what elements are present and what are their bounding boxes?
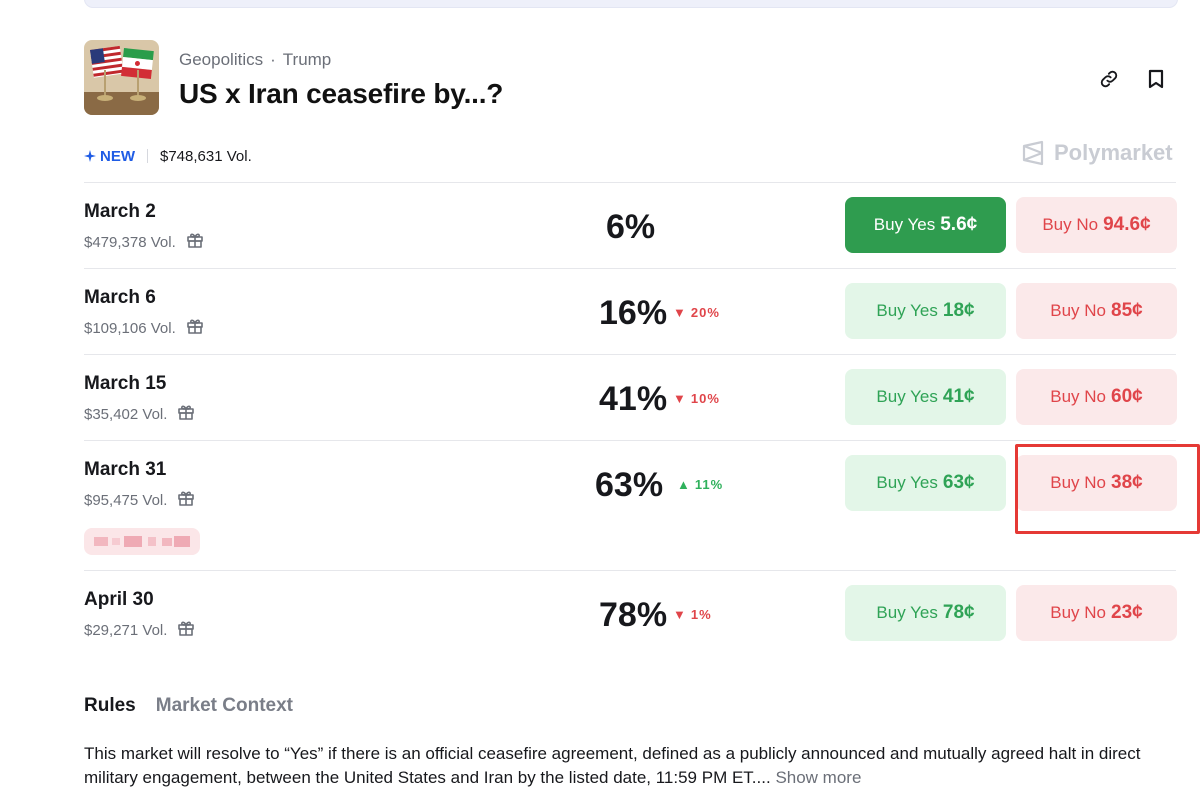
buy-yes-button[interactable]: Buy Yes 41¢ <box>845 369 1006 425</box>
market-date: March 15 <box>84 373 167 394</box>
breadcrumb-category[interactable]: Geopolitics <box>179 50 263 69</box>
change-value: 1% <box>690 607 712 622</box>
market-volume: $479,378 Vol. <box>84 231 204 253</box>
tab-market-context[interactable]: Market Context <box>156 695 293 717</box>
buy-yes-button[interactable]: Buy Yes 18¢ <box>845 283 1006 339</box>
buy-yes-button[interactable]: Buy Yes 63¢ <box>845 455 1006 511</box>
buy-yes-label: Buy Yes <box>876 387 938 406</box>
probability-change: ▼ 20% <box>673 305 720 320</box>
market-probability: 6% <box>606 208 656 246</box>
brand-name: Polymarket <box>1054 140 1173 165</box>
market-date: April 30 <box>84 589 154 610</box>
buy-yes-price: 78¢ <box>942 602 975 623</box>
change-value: 20% <box>690 305 720 320</box>
buy-yes-label: Buy Yes <box>873 215 936 234</box>
market-volume-text: $35,402 Vol. <box>84 405 168 423</box>
breadcrumb: Geopolitics · Trump <box>179 50 331 70</box>
page-title: US x Iran ceasefire by...? <box>179 78 504 109</box>
triangle-down-icon: ▼ <box>673 607 687 622</box>
buy-no-price: 94.6¢ <box>1103 214 1151 235</box>
breadcrumb-subcategory[interactable]: Trump <box>283 50 332 69</box>
market-row[interactable]: March 2 $479,378 Vol. 6% Buy Yes 5.6¢ Buy… <box>84 182 1177 269</box>
buy-yes-price: 63¢ <box>942 472 975 493</box>
gift-icon[interactable] <box>177 489 195 511</box>
triangle-down-icon: ▼ <box>673 391 687 406</box>
new-badge: NEW <box>84 148 135 165</box>
tab-rules[interactable]: Rules <box>84 695 136 717</box>
top-bar <box>84 0 1178 8</box>
market-volume-text: $109,106 Vol. <box>84 319 176 337</box>
gift-icon[interactable] <box>186 317 204 339</box>
market-volume: $29,271 Vol. <box>84 619 195 641</box>
buy-no-button[interactable]: Buy No 94.6¢ <box>1016 197 1177 253</box>
buy-no-price: 23¢ <box>1111 602 1143 623</box>
new-label: NEW <box>100 147 135 165</box>
market-row[interactable]: March 6 $109,106 Vol. 16% ▼ 20% Buy Yes 1… <box>84 268 1177 355</box>
market-volume: $109,106 Vol. <box>84 317 204 339</box>
market-thumbnail <box>84 40 159 115</box>
buy-no-label: Buy No <box>1050 603 1107 622</box>
rules-text: This market will resolve to “Yes” if the… <box>84 744 1141 787</box>
probability-change: ▼ 10% <box>673 391 720 406</box>
change-value: 11% <box>694 477 724 492</box>
market-probability: 41% <box>599 380 668 418</box>
market-volume-text: $95,475 Vol. <box>84 491 168 509</box>
buy-yes-label: Buy Yes <box>876 473 938 492</box>
link-icon[interactable] <box>1096 66 1122 92</box>
market-volume-text: $29,271 Vol. <box>84 621 168 639</box>
buy-no-price: 38¢ <box>1111 472 1143 493</box>
brand-logo: Polymarket <box>1020 140 1173 166</box>
market-date: March 6 <box>84 287 156 308</box>
market-row[interactable]: March 31 $95,475 Vol. 63% ▲ 11% Buy Yes 6… <box>84 440 1177 571</box>
meta-divider <box>147 149 148 163</box>
buy-yes-button[interactable]: Buy Yes 5.6¢ <box>845 197 1006 253</box>
triangle-up-icon: ▲ <box>677 477 691 492</box>
probability-change: ▼ 1% <box>673 607 712 622</box>
buy-no-label: Buy No <box>1050 301 1107 320</box>
buy-yes-price: 41¢ <box>942 386 975 407</box>
gift-icon[interactable] <box>186 231 204 253</box>
market-probability: 16% <box>599 294 668 332</box>
buy-no-button[interactable]: Buy No 85¢ <box>1016 283 1177 339</box>
market-volume: $35,402 Vol. <box>84 403 195 425</box>
market-header: Geopolitics · Trump US x Iran ceasefire by… <box>84 40 1176 116</box>
buy-no-button[interactable]: Buy No 60¢ <box>1016 369 1177 425</box>
market-row[interactable]: March 15 $35,402 Vol. 41% ▼ 10% Buy Yes 4… <box>84 354 1177 441</box>
breadcrumb-separator: · <box>270 50 276 69</box>
buy-yes-label: Buy Yes <box>876 301 938 320</box>
rules-description: This market will resolve to “Yes” if the… <box>84 742 1176 790</box>
market-volume: $95,475 Vol. <box>84 489 195 511</box>
change-value: 10% <box>690 391 720 406</box>
market-meta: NEW $748,631 Vol. <box>84 146 252 166</box>
market-date: March 2 <box>84 201 156 222</box>
sparkle-icon <box>84 150 96 162</box>
buy-no-label: Buy No <box>1042 215 1099 234</box>
redacted-tag <box>84 528 200 555</box>
market-volume-text: $479,378 Vol. <box>84 233 176 251</box>
buy-no-button[interactable]: Buy No 23¢ <box>1016 585 1177 641</box>
bookmark-icon[interactable] <box>1143 66 1169 92</box>
probability-change: ▲ 11% <box>677 477 723 492</box>
triangle-down-icon: ▼ <box>673 305 687 320</box>
buy-yes-price: 18¢ <box>942 300 975 321</box>
total-volume: $748,631 Vol. <box>160 147 252 165</box>
buy-no-price: 60¢ <box>1111 386 1143 407</box>
market-row[interactable]: April 30 $29,271 Vol. 78% ▼ 1% Buy Yes 78… <box>84 570 1177 657</box>
buy-yes-button[interactable]: Buy Yes 78¢ <box>845 585 1006 641</box>
gift-icon[interactable] <box>177 619 195 641</box>
buy-no-label: Buy No <box>1050 387 1107 406</box>
show-more-link[interactable]: Show more <box>775 768 861 787</box>
buy-no-price: 85¢ <box>1111 300 1143 321</box>
detail-tabs: Rules Market Context <box>84 695 293 717</box>
market-probability: 63% <box>595 466 664 504</box>
buy-yes-label: Buy Yes <box>876 603 938 622</box>
buy-no-button[interactable]: Buy No 38¢ <box>1016 455 1177 511</box>
market-probability: 78% <box>599 596 668 634</box>
polymarket-logo-icon <box>1022 140 1044 166</box>
buy-yes-price: 5.6¢ <box>940 214 978 235</box>
buy-no-label: Buy No <box>1050 473 1107 492</box>
gift-icon[interactable] <box>177 403 195 425</box>
market-date: March 31 <box>84 459 167 480</box>
